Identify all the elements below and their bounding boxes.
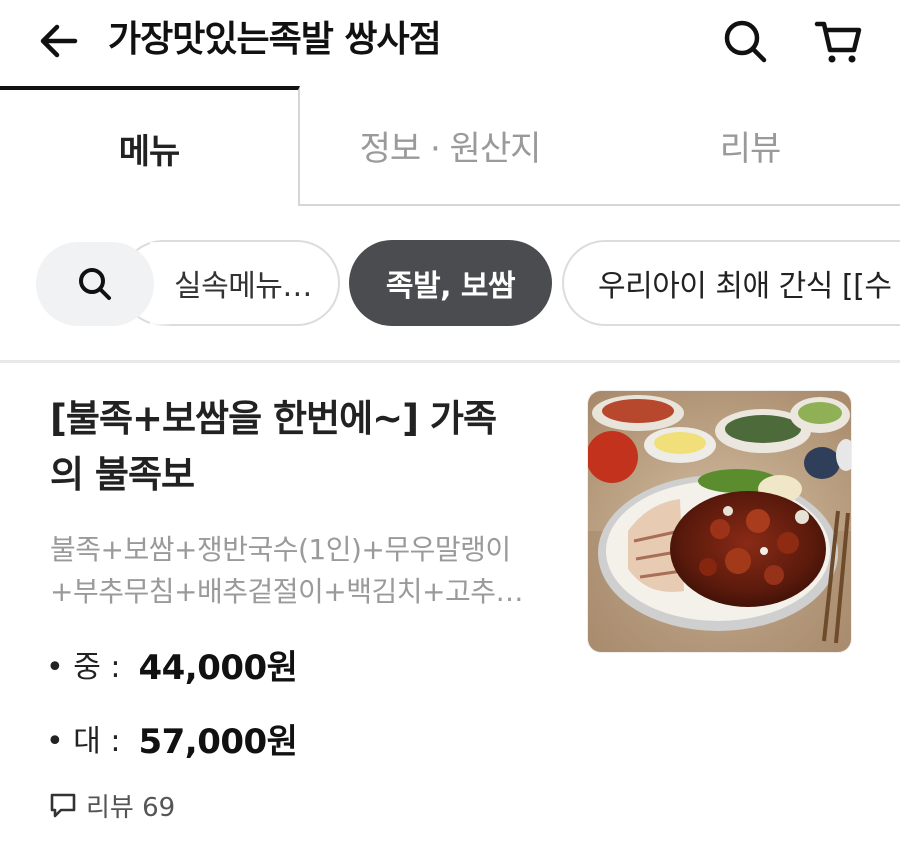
- category-chip-selected[interactable]: 족발, 보쌈: [349, 240, 552, 326]
- price-amount: 44,000원: [138, 647, 298, 688]
- price-size-label: • 중 :: [46, 650, 121, 685]
- app-header: 가장맛있는족발 쌍사점: [0, 0, 900, 86]
- tab-review[interactable]: 리뷰: [600, 86, 900, 206]
- description-line: 불족+보쌈+쟁반국수(1인)+무우말랭이: [50, 533, 511, 566]
- cart-button[interactable]: [812, 14, 866, 68]
- menu-item-name: [불족+보쌈을 한번에~] 가족 의 불족보: [50, 391, 560, 503]
- store-tabs: 메뉴 정보 · 원산지 리뷰: [0, 86, 900, 206]
- search-button[interactable]: [718, 14, 772, 68]
- category-chip[interactable]: 우리아이 최애 간식 [[수: [562, 240, 900, 326]
- cart-icon: [814, 21, 862, 63]
- menu-item-description: 불족+보쌈+쟁반국수(1인)+무우말랭이 +부추무침+배추겉절이+백김치+고추…: [50, 529, 560, 613]
- menu-item-name-line: [불족+보쌈을 한번에~] 가족: [50, 397, 497, 440]
- price-amount: 57,000원: [138, 721, 298, 762]
- price-option-large: • 대 : 57,000원: [46, 713, 298, 763]
- menu-search-button[interactable]: [36, 242, 154, 326]
- search-icon: [79, 268, 111, 300]
- review-count: 리뷰 69: [48, 785, 175, 825]
- back-button[interactable]: [34, 16, 84, 66]
- price-size-label: • 대 :: [46, 724, 121, 759]
- menu-item-card[interactable]: [불족+보쌈을 한번에~] 가족 의 불족보 불족+보쌈+쟁반국수(1인)+무우…: [0, 363, 900, 852]
- tab-info-origin[interactable]: 정보 · 원산지: [300, 86, 600, 206]
- category-chip-bar[interactable]: 실속메뉴… 족발, 보쌈 우리아이 최애 간식 [[수: [0, 206, 900, 362]
- menu-item-photo: [587, 390, 852, 653]
- search-icon: [724, 20, 767, 63]
- store-title: 가장맛있는족발 쌍사점: [108, 19, 442, 60]
- review-count-label: 리뷰 69: [86, 792, 176, 823]
- price-option-medium: • 중 : 44,000원: [46, 639, 298, 689]
- menu-item-name-line: 의 불족보: [50, 453, 195, 496]
- tab-menu[interactable]: 메뉴: [0, 86, 300, 206]
- description-line: +부추무침+배추겉절이+백김치+고추…: [50, 575, 524, 608]
- speech-bubble-icon: [50, 793, 76, 818]
- back-arrow-icon: [40, 24, 78, 58]
